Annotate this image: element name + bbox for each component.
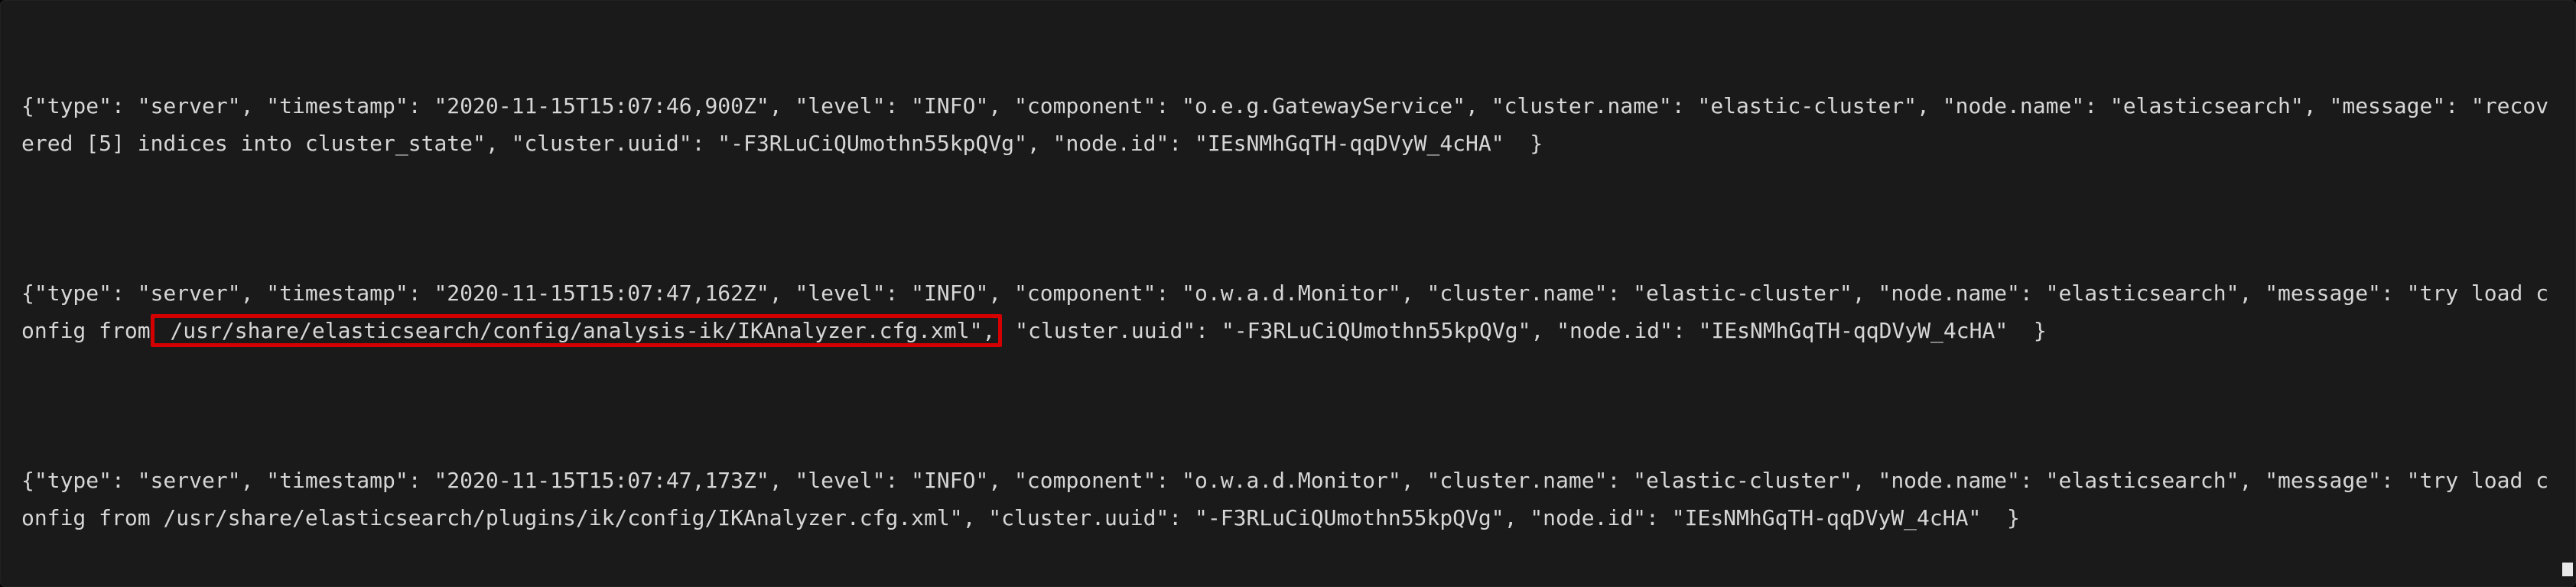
terminal-output[interactable]: {"type": "server", "timestamp": "2020-11…: [0, 0, 2576, 587]
scrollbar-thumb[interactable]: [2562, 563, 2573, 576]
log-line: {"type": "server", "timestamp": "2020-11…: [21, 274, 2555, 349]
log-line: {"type": "server", "timestamp": "2020-11…: [21, 462, 2555, 537]
highlight-path: /usr/share/elasticsearch/config/analysis…: [151, 314, 1003, 347]
log-text: "cluster.uuid": "-F3RLuCiQUmothn55kpQVg"…: [1002, 318, 2046, 343]
log-line: {"type": "server", "timestamp": "2020-11…: [21, 87, 2555, 162]
